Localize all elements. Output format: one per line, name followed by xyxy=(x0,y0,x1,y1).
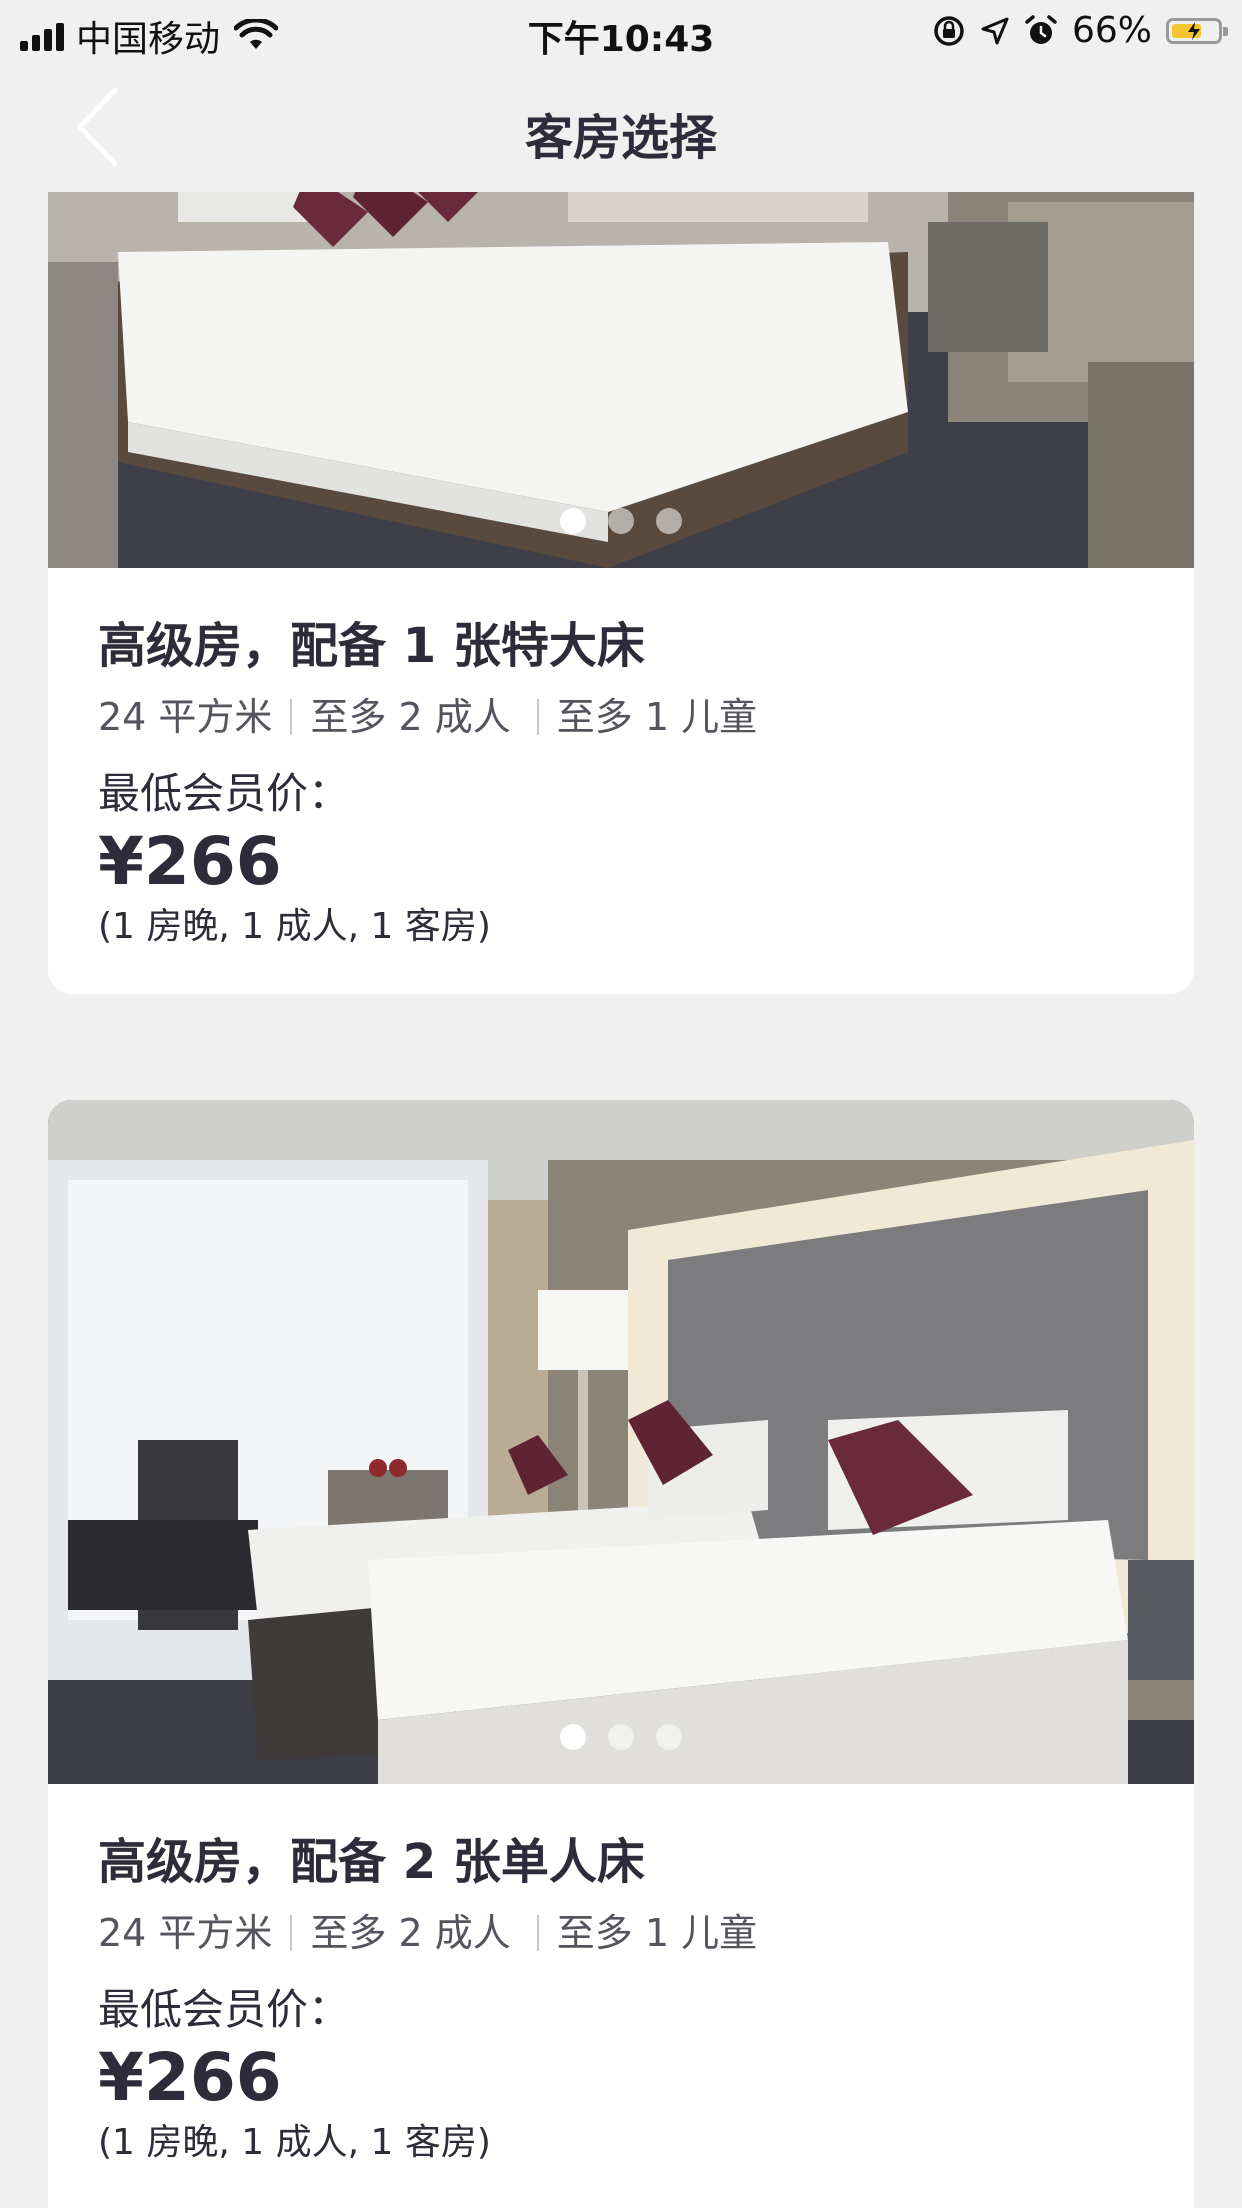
carousel-dot[interactable] xyxy=(656,508,682,534)
room-card[interactable]: 高级房，配备 1 张特大床 24 平方米 至多 2 成人 至多 1 儿童 最低会… xyxy=(48,192,1194,994)
status-bar: 中国移动 下午10:43 66% xyxy=(0,0,1242,62)
room-children: 至多 1 儿童 xyxy=(556,1911,758,1955)
alarm-icon xyxy=(1025,14,1057,44)
room-photo-carousel[interactable] xyxy=(48,192,1194,568)
status-right: 66% xyxy=(932,10,1228,51)
room-name: 高级房，配备 2 张单人床 xyxy=(98,1834,645,1890)
divider xyxy=(536,1915,539,1951)
room-area: 24 平方米 xyxy=(98,695,273,739)
orientation-lock-icon xyxy=(934,15,964,46)
room-card[interactable]: 高级房，配备 2 张单人床 24 平方米 至多 2 成人 至多 1 儿童 最低会… xyxy=(48,1100,1194,2208)
carousel-dot[interactable] xyxy=(608,508,634,534)
room-specs: 24 平方米 至多 2 成人 至多 1 儿童 xyxy=(98,1908,1144,1958)
room-name: 高级房，配备 1 张特大床 xyxy=(98,618,645,674)
room-adults: 至多 2 成人 xyxy=(310,1911,511,1955)
carousel-dot[interactable] xyxy=(608,1724,634,1750)
room-area: 24 平方米 xyxy=(98,1911,273,1955)
price-note: (1 房晚, 1 成人, 1 客房) xyxy=(98,2122,491,2163)
divider xyxy=(290,1915,293,1951)
price-label: 最低会员价： xyxy=(98,1985,351,2034)
room-price: ¥266 xyxy=(98,823,282,900)
room-info: 高级房，配备 1 张特大床 24 平方米 至多 2 成人 至多 1 儿童 最低会… xyxy=(48,568,1194,952)
room-photo xyxy=(48,1100,1194,1784)
nav-bar: 客房选择 xyxy=(0,62,1242,192)
room-info: 高级房，配备 2 张单人床 24 平方米 至多 2 成人 至多 1 儿童 最低会… xyxy=(48,1784,1194,2168)
carousel-dot[interactable] xyxy=(560,1724,586,1750)
carousel-dot[interactable] xyxy=(560,508,586,534)
price-note: (1 房晚, 1 成人, 1 客房) xyxy=(98,906,491,947)
price-label: 最低会员价： xyxy=(98,769,351,818)
battery-icon xyxy=(1166,17,1228,44)
carousel-dots xyxy=(48,1724,1194,1750)
location-icon xyxy=(981,17,1009,44)
carousel-dot[interactable] xyxy=(656,1724,682,1750)
page-title: 客房选择 xyxy=(524,110,717,166)
room-price: ¥266 xyxy=(98,2039,282,2116)
room-children: 至多 1 儿童 xyxy=(556,695,758,739)
divider xyxy=(290,699,293,735)
room-photo-carousel[interactable] xyxy=(48,1100,1194,1784)
battery-percent: 66% xyxy=(1071,10,1152,51)
room-specs: 24 平方米 至多 2 成人 至多 1 儿童 xyxy=(98,692,1144,742)
room-list[interactable]: 高级房，配备 1 张特大床 24 平方米 至多 2 成人 至多 1 儿童 最低会… xyxy=(0,192,1242,2208)
room-adults: 至多 2 成人 xyxy=(310,695,511,739)
carousel-dots xyxy=(48,508,1194,534)
divider xyxy=(536,699,539,735)
